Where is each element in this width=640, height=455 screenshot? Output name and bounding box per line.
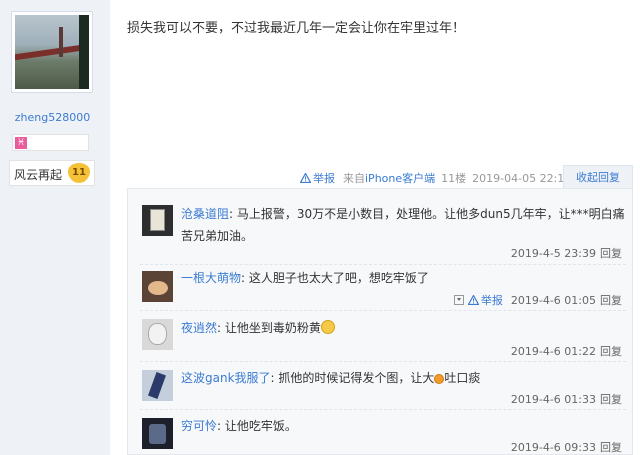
reply-link[interactable]: 回复 (600, 247, 622, 260)
post-content: 损失我可以不要，不过我最近几年一定会让你在牢里过年！ (127, 21, 466, 36)
grin-emoji-icon (320, 320, 335, 334)
reply-link[interactable]: 回复 (600, 345, 622, 358)
comment-username[interactable]: 沧桑道阻 (181, 207, 229, 221)
comment-time: 2019-4-6 09:33 (510, 441, 596, 454)
comment-time: 2019-4-6 01:33 (510, 393, 596, 406)
author-avatar[interactable]: 楼主 (11, 11, 93, 93)
tablet-avatar-icon[interactable] (142, 205, 173, 236)
report-label: 举报 (313, 172, 335, 185)
anime-face-avatar-icon[interactable] (142, 319, 173, 350)
floor-number: 11楼 (441, 172, 467, 185)
dropdown-icon[interactable] (453, 295, 464, 305)
author-level[interactable]: 风云再起 11 (9, 160, 95, 186)
author-sidebar: 楼主 zheng528000 ♓ 风云再起 11 (0, 0, 110, 455)
collapse-replies-button[interactable]: 收起回复 (563, 165, 633, 189)
report-link[interactable]: 举报 (467, 292, 503, 308)
comment-time: 2019-4-6 01:22 (510, 345, 596, 358)
figure-avatar-icon[interactable] (142, 370, 173, 401)
comment-list: 沧桑道阻: 马上报警，30万不是小数目，处理他。让他多dun5几年牢，让***明… (127, 188, 633, 455)
bridge-photo-avatar-icon (15, 15, 89, 89)
comment-time: 2019-4-6 01:05 (510, 293, 596, 307)
comment-text: : 抓他的时候记得发个图，让大 (270, 371, 435, 385)
comment-username[interactable]: 一根大萌物 (181, 271, 241, 285)
comment-text: : 让他坐到毒奶粉黄 (217, 321, 321, 335)
food-avatar-icon[interactable] (142, 271, 173, 302)
divider (140, 361, 626, 362)
comment-username[interactable]: 穷可怜 (181, 419, 217, 433)
pisces-icon: ♓ (15, 137, 27, 149)
warning-icon (467, 295, 479, 305)
comment-text: : 这人胆子也太大了吧，想吃牢饭了 (241, 271, 429, 285)
report-label: 举报 (480, 294, 503, 307)
warning-icon (300, 173, 311, 183)
report-link[interactable]: 举报 (300, 170, 335, 186)
dark-figure-avatar-icon[interactable] (142, 418, 173, 449)
zodiac-badge: ♓ (12, 134, 89, 151)
level-badge-icon: 11 (68, 163, 90, 183)
divider (140, 310, 626, 311)
post-tail: 举报 来自iPhone客户端 11楼 2019-04-05 22:19 (300, 168, 571, 188)
author-username[interactable]: zheng528000 (0, 111, 105, 124)
reply-link[interactable]: 回复 (600, 441, 622, 454)
fire-emoji-icon (434, 374, 445, 384)
reply-link[interactable]: 回复 (600, 393, 622, 406)
comment-text-tail: 吐口痰 (444, 371, 481, 385)
comment-username[interactable]: 这波gank我服了 (181, 371, 271, 385)
divider (140, 264, 626, 265)
comment-time: 2019-4-5 23:39 (510, 247, 596, 260)
post-time: 2019-04-05 22:19 (472, 171, 572, 185)
comment-text: : 马上报警，30万不是小数目，处理他。让他多dun5几年牢，让***明白痛苦兄… (181, 207, 625, 243)
comment-text: : 让他吃牢饭。 (217, 419, 297, 433)
from-prefix: 来自 (343, 172, 365, 185)
reply-link[interactable]: 回复 (600, 292, 622, 308)
comment-username[interactable]: 夜逍然 (181, 321, 217, 335)
level-name: 风云再起 (14, 168, 63, 182)
client-link[interactable]: iPhone客户端 (365, 172, 435, 185)
divider (140, 409, 626, 410)
client-source: 来自iPhone客户端 (343, 170, 435, 186)
